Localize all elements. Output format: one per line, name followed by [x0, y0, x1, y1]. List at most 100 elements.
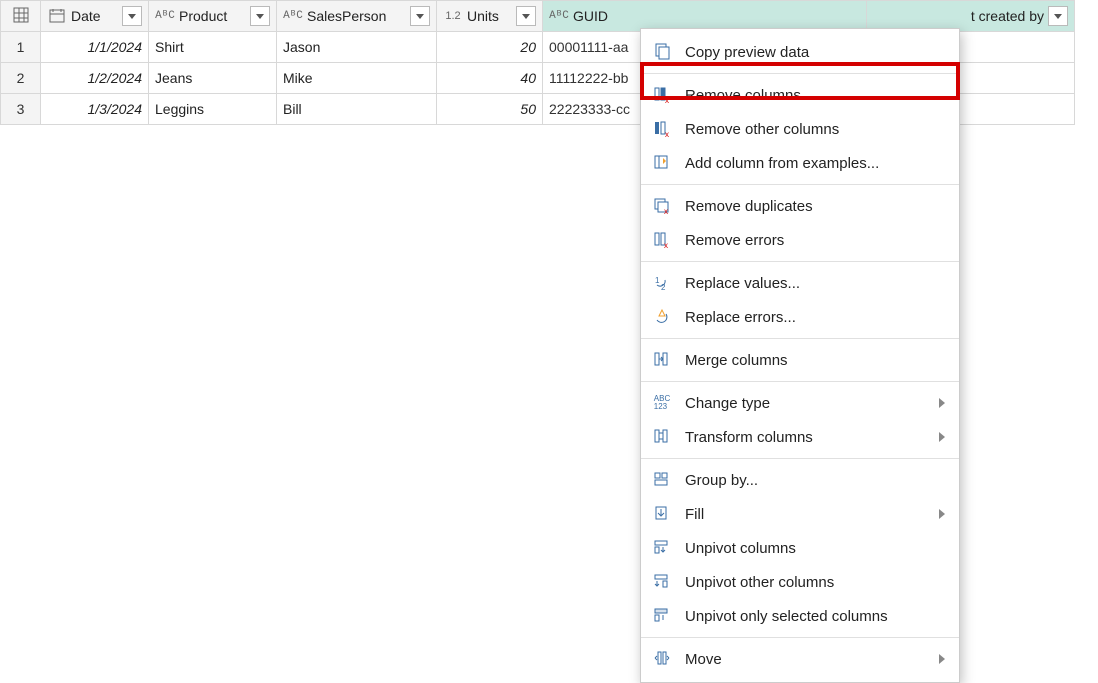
menu-change-type[interactable]: ABC123 Change type — [641, 386, 959, 420]
unpivot-selected-icon — [651, 605, 673, 627]
menu-label: Replace errors... — [685, 309, 945, 326]
menu-transform-columns[interactable]: Transform columns — [641, 420, 959, 454]
menu-remove-other-columns[interactable]: x Remove other columns — [641, 112, 959, 146]
cell-units: 40 — [437, 63, 543, 94]
menu-unpivot-other-columns[interactable]: Unpivot other columns — [641, 565, 959, 599]
replace-values-icon: 12 — [651, 272, 673, 294]
svg-text:x: x — [665, 130, 669, 138]
menu-merge-columns[interactable]: Merge columns — [641, 343, 959, 377]
text-icon: AᴮC — [155, 6, 175, 26]
menu-separator — [641, 458, 959, 459]
move-icon — [651, 648, 673, 670]
unpivot-other-icon — [651, 571, 673, 593]
column-label: t created by — [873, 8, 1044, 24]
column-label: SalesPerson — [307, 8, 406, 24]
menu-label: Replace values... — [685, 275, 945, 292]
copy-icon — [651, 41, 673, 63]
column-label: GUID — [573, 8, 836, 24]
cell-salesperson: Bill — [277, 94, 437, 125]
menu-label: Fill — [685, 506, 927, 523]
remove-other-columns-icon: x — [651, 118, 673, 140]
table-corner[interactable] — [1, 1, 41, 32]
row-number: 3 — [1, 94, 41, 125]
menu-group-by[interactable]: Group by... — [641, 463, 959, 497]
svg-text:1: 1 — [655, 276, 660, 285]
table-icon — [13, 10, 29, 26]
menu-move[interactable]: Move — [641, 642, 959, 676]
menu-label: Unpivot columns — [685, 540, 945, 557]
group-by-icon — [651, 469, 673, 491]
menu-remove-columns[interactable]: x Remove columns — [641, 78, 959, 112]
menu-remove-errors[interactable]: x Remove errors — [641, 223, 959, 257]
menu-separator — [641, 637, 959, 638]
fill-icon — [651, 503, 673, 525]
menu-label: Copy preview data — [685, 44, 945, 61]
change-type-icon: ABC123 — [651, 392, 673, 414]
menu-label: Change type — [685, 395, 927, 412]
menu-fill[interactable]: Fill — [641, 497, 959, 531]
svg-text:x: x — [665, 96, 669, 104]
submenu-arrow-icon — [939, 509, 945, 519]
column-header-created-by[interactable]: t created by — [867, 1, 1075, 32]
cell-units: 50 — [437, 94, 543, 125]
column-header-salesperson[interactable]: AᴮC SalesPerson — [277, 1, 437, 32]
menu-separator — [641, 73, 959, 74]
menu-label: Add column from examples... — [685, 155, 945, 172]
submenu-arrow-icon — [939, 398, 945, 408]
column-label: Units — [467, 8, 512, 24]
menu-separator — [641, 338, 959, 339]
column-filter-button[interactable] — [1048, 6, 1068, 26]
menu-unpivot-columns[interactable]: Unpivot columns — [641, 531, 959, 565]
context-menu: Copy preview data x Remove columns x Rem… — [640, 28, 960, 683]
date-icon — [47, 6, 67, 26]
unpivot-icon — [651, 537, 673, 559]
replace-errors-icon — [651, 306, 673, 328]
text-icon: AᴮC — [283, 6, 303, 26]
menu-replace-values[interactable]: 12 Replace values... — [641, 266, 959, 300]
menu-copy-preview[interactable]: Copy preview data — [641, 35, 959, 69]
cell-date: 1/3/2024 — [41, 94, 149, 125]
menu-label: Remove columns — [685, 87, 945, 104]
menu-add-column-from-examples[interactable]: Add column from examples... — [641, 146, 959, 180]
add-column-icon — [651, 152, 673, 174]
cell-units: 20 — [437, 32, 543, 63]
column-label: Date — [71, 8, 118, 24]
transform-columns-icon — [651, 426, 673, 448]
menu-separator — [641, 381, 959, 382]
column-header-date[interactable]: Date — [41, 1, 149, 32]
cell-product: Leggins — [149, 94, 277, 125]
menu-separator — [641, 261, 959, 262]
menu-label: Unpivot only selected columns — [685, 608, 945, 625]
svg-text:x: x — [664, 241, 668, 249]
column-filter-button[interactable] — [122, 6, 142, 26]
menu-label: Merge columns — [685, 352, 945, 369]
cell-salesperson: Mike — [277, 63, 437, 94]
column-filter-button[interactable] — [250, 6, 270, 26]
submenu-arrow-icon — [939, 432, 945, 442]
column-label: Product — [179, 8, 246, 24]
menu-label: Transform columns — [685, 429, 927, 446]
menu-remove-duplicates[interactable]: x Remove duplicates — [641, 189, 959, 223]
number-icon: 1.2 — [443, 6, 463, 26]
column-header-guid[interactable]: AᴮC GUID — [543, 1, 867, 32]
menu-replace-errors[interactable]: Replace errors... — [641, 300, 959, 334]
cell-product: Shirt — [149, 32, 277, 63]
menu-label: Remove duplicates — [685, 198, 945, 215]
cell-date: 1/1/2024 — [41, 32, 149, 63]
menu-label: Group by... — [685, 472, 945, 489]
column-filter-button[interactable] — [410, 6, 430, 26]
menu-label: Unpivot other columns — [685, 574, 945, 591]
remove-duplicates-icon: x — [651, 195, 673, 217]
column-header-units[interactable]: 1.2 Units — [437, 1, 543, 32]
menu-label: Remove other columns — [685, 121, 945, 138]
row-number: 1 — [1, 32, 41, 63]
cell-salesperson: Jason — [277, 32, 437, 63]
cell-product: Jeans — [149, 63, 277, 94]
menu-separator — [641, 184, 959, 185]
column-header-product[interactable]: AᴮC Product — [149, 1, 277, 32]
menu-label: Move — [685, 651, 927, 668]
row-number: 2 — [1, 63, 41, 94]
column-filter-button[interactable] — [516, 6, 536, 26]
svg-text:x: x — [664, 207, 668, 215]
menu-unpivot-selected-columns[interactable]: Unpivot only selected columns — [641, 599, 959, 633]
